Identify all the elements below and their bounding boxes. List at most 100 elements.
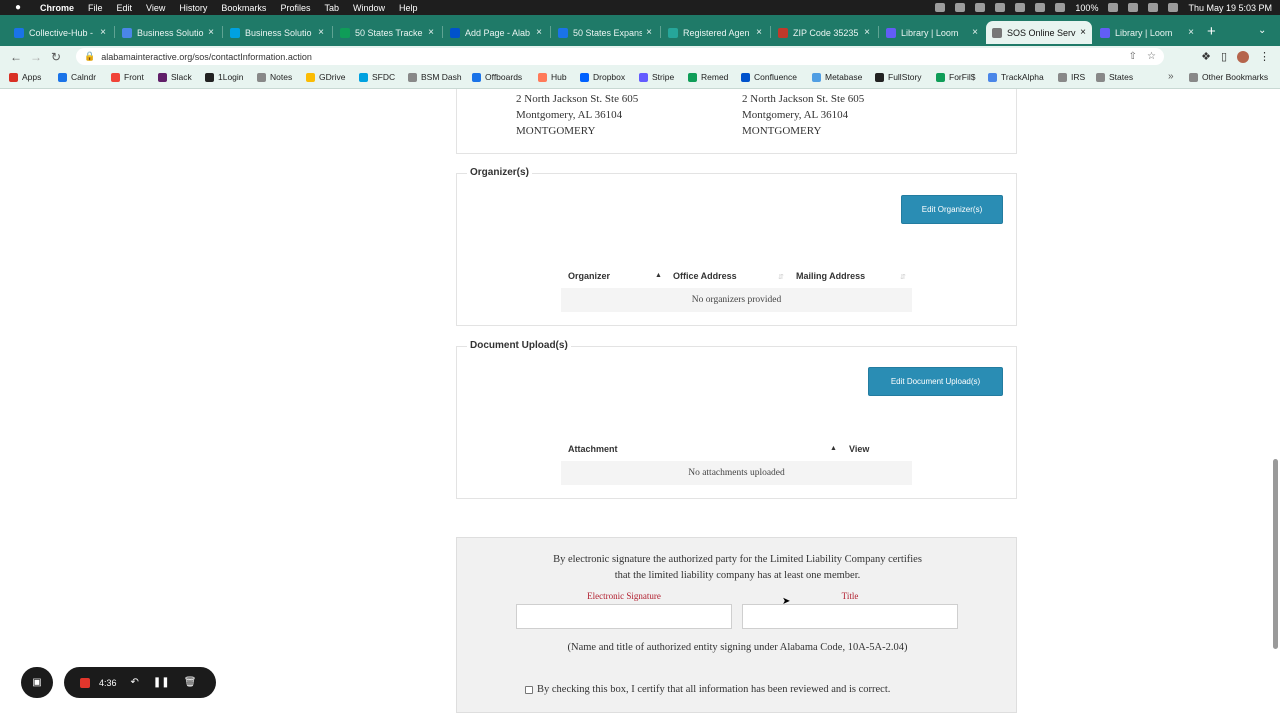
- address-bar[interactable]: 🔒 alabamainteractive.org/sos/contactInfo…: [76, 48, 1164, 65]
- menu-edit[interactable]: Edit: [117, 3, 133, 13]
- column-attachment[interactable]: Attachment: [568, 444, 618, 454]
- more-menu-icon[interactable]: ⋮: [1259, 50, 1270, 63]
- wifi-icon[interactable]: [1128, 3, 1139, 12]
- page-scrollbar[interactable]: [1273, 459, 1278, 649]
- sort-ascending-icon[interactable]: ▲: [655, 271, 662, 279]
- bookmark-gdrive[interactable]: GDrive: [306, 72, 345, 82]
- menu-profiles[interactable]: Profiles: [280, 3, 310, 13]
- tab-zip-code[interactable]: ZIP Code 35235 ×: [772, 21, 876, 44]
- edit-organizers-button[interactable]: Edit Organizer(s): [901, 195, 1003, 224]
- column-mailing-address[interactable]: Mailing Address: [796, 271, 865, 281]
- bookmark-notes[interactable]: Notes: [257, 72, 292, 82]
- certify-label[interactable]: By checking this box, I certify that all…: [537, 682, 957, 698]
- bookmark-dropbox[interactable]: Dropbox: [580, 72, 625, 82]
- control-center-icon[interactable]: [1168, 3, 1179, 12]
- bookmark-front[interactable]: Front: [111, 72, 144, 82]
- column-office-address[interactable]: Office Address: [673, 271, 737, 281]
- bookmark-slack[interactable]: Slack: [158, 72, 192, 82]
- bookmark-irs[interactable]: IRS: [1058, 72, 1085, 82]
- bookmark-confluence[interactable]: Confluence: [741, 72, 797, 82]
- url-text[interactable]: alabamainteractive.org/sos/contactInform…: [101, 52, 312, 62]
- menu-file[interactable]: File: [88, 3, 103, 13]
- back-arrow-icon[interactable]: ←: [6, 50, 26, 64]
- close-icon[interactable]: ×: [100, 27, 106, 38]
- tab-library-loom-1[interactable]: Library | Loom ×: [880, 21, 984, 44]
- bookmark-hub[interactable]: Hub: [538, 72, 567, 82]
- apple-icon[interactable]: ●: [12, 2, 24, 13]
- sidepanel-icon[interactable]: ▯: [1221, 50, 1227, 63]
- sort-ascending-icon[interactable]: ▲: [830, 444, 837, 452]
- edit-document-uploads-button[interactable]: Edit Document Upload(s): [868, 367, 1003, 396]
- tab-business-solutions-2[interactable]: Business Solutio ×: [224, 21, 330, 44]
- tab-50-states-expansion[interactable]: 50 States Expans ×: [552, 21, 658, 44]
- bookmarks-overflow-icon[interactable]: »: [1168, 71, 1174, 82]
- menu-view[interactable]: View: [146, 3, 165, 13]
- bookmark-trackalpha[interactable]: TrackAlpha: [988, 72, 1044, 82]
- tab-library-loom-2[interactable]: Library | Loom ×: [1094, 21, 1200, 44]
- close-icon[interactable]: ×: [1188, 27, 1194, 38]
- column-organizer[interactable]: Organizer: [568, 271, 610, 281]
- reload-icon[interactable]: ↻: [46, 50, 66, 64]
- menu-bookmarks[interactable]: Bookmarks: [221, 3, 266, 13]
- close-icon[interactable]: ×: [208, 27, 214, 38]
- tab-collective-hub[interactable]: Collective-Hub - ×: [8, 21, 112, 44]
- forward-arrow-icon[interactable]: →: [26, 50, 46, 64]
- lock-icon[interactable]: 🔒: [84, 51, 95, 62]
- close-icon[interactable]: ×: [864, 27, 870, 38]
- camera-icon[interactable]: [955, 3, 966, 12]
- control-icon[interactable]: [995, 3, 1006, 12]
- menu-history[interactable]: History: [179, 3, 207, 13]
- tab-registered-agent[interactable]: Registered Agen ×: [662, 21, 768, 44]
- display-icon[interactable]: [1015, 3, 1026, 12]
- close-icon[interactable]: ×: [428, 27, 434, 38]
- sort-both-icon[interactable]: ⇵: [778, 273, 784, 281]
- sort-both-icon[interactable]: ⇵: [900, 273, 906, 281]
- bookmark-stripe[interactable]: Stripe: [639, 72, 674, 82]
- tab-sos-online-services[interactable]: SOS Online Serv ×: [986, 21, 1092, 44]
- play-icon[interactable]: [1035, 3, 1046, 12]
- extensions-icon[interactable]: ❖: [1201, 50, 1211, 63]
- undo-icon[interactable]: ↶: [131, 677, 139, 688]
- close-icon[interactable]: ×: [536, 27, 542, 38]
- bookmark-metabase[interactable]: Metabase: [812, 72, 862, 82]
- title-field[interactable]: [742, 604, 958, 629]
- recorder-camera-button[interactable]: ▣: [21, 667, 53, 698]
- close-icon[interactable]: ×: [972, 27, 978, 38]
- bookmark-calndr[interactable]: Calndr: [58, 72, 96, 82]
- close-icon[interactable]: ×: [756, 27, 762, 38]
- profile-avatar[interactable]: [1237, 50, 1249, 63]
- stop-recording-icon[interactable]: [80, 677, 90, 688]
- bookmark-sfdc[interactable]: SFDC: [359, 72, 395, 82]
- column-view[interactable]: View: [849, 444, 869, 454]
- battery-icon[interactable]: [1108, 3, 1119, 12]
- bookmark-remed[interactable]: Remed: [688, 72, 728, 82]
- electronic-signature-field[interactable]: [516, 604, 732, 629]
- menu-tab[interactable]: Tab: [324, 3, 339, 13]
- volume-icon[interactable]: [1055, 3, 1066, 12]
- pause-icon[interactable]: ❚❚: [153, 677, 170, 688]
- close-icon[interactable]: ×: [1080, 27, 1086, 38]
- bookmark-bsm-dash[interactable]: BSM Dash: [408, 72, 462, 82]
- menu-window[interactable]: Window: [353, 3, 385, 13]
- bookmark-1login[interactable]: 1Login: [205, 72, 244, 82]
- tab-business-solutions-1[interactable]: Business Solutio ×: [116, 21, 220, 44]
- star-icon[interactable]: ☆: [1147, 51, 1156, 62]
- certify-checkbox[interactable]: [525, 686, 533, 694]
- close-icon[interactable]: ×: [646, 27, 652, 38]
- new-tab-plus-icon[interactable]: +: [1207, 23, 1216, 40]
- clock[interactable]: Thu May 19 5:03 PM: [1188, 3, 1272, 13]
- share-icon[interactable]: ⇧: [1129, 51, 1137, 62]
- menu-help[interactable]: Help: [399, 3, 418, 13]
- bookmark-apps[interactable]: Apps: [9, 72, 41, 82]
- menu-app-chrome[interactable]: Chrome: [40, 3, 74, 13]
- bookmark-fullstory[interactable]: FullStory: [875, 72, 922, 82]
- tab-search-chevron-icon[interactable]: ⌄: [1258, 25, 1266, 36]
- close-icon[interactable]: ×: [318, 27, 324, 38]
- bookmark-states[interactable]: States: [1096, 72, 1133, 82]
- trash-icon[interactable]: 🗑: [184, 677, 197, 688]
- sync-icon[interactable]: [975, 3, 986, 12]
- mic-icon[interactable]: [935, 3, 946, 12]
- bookmark-forfil[interactable]: ForFil$: [936, 72, 975, 82]
- tab-50-states-tracker[interactable]: 50 States Tracke ×: [334, 21, 440, 44]
- bookmark-other[interactable]: Other Bookmarks: [1189, 72, 1268, 82]
